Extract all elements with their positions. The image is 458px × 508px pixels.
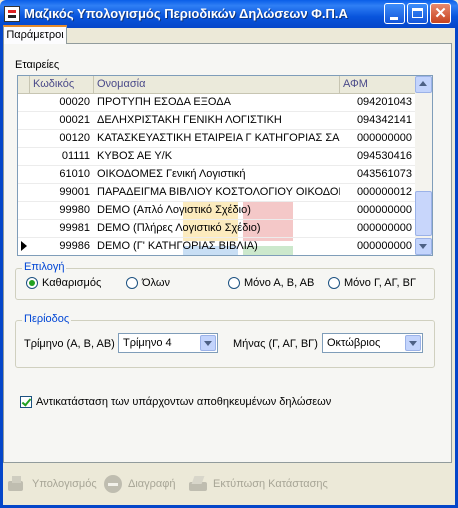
- tab-parameters[interactable]: Παράμετροι: [3, 25, 67, 44]
- quarter-select[interactable]: Τρίμηνο 4: [118, 333, 218, 353]
- column-header-afm[interactable]: ΑΦΜ: [340, 76, 416, 93]
- cell-afm: 043561073: [356, 168, 412, 180]
- cell-name: ΚΥΒΟΣ ΑΕ Υ/Κ: [97, 150, 173, 162]
- period-legend: Περίοδος: [22, 313, 72, 325]
- column-header-code[interactable]: Κωδικός: [30, 76, 94, 93]
- column-header-name[interactable]: Ονομασία: [94, 76, 340, 93]
- table-row[interactable]: 99981 DEMO (Πλήρες Λογιστικό Σχέδιο) 00000…: [18, 219, 416, 238]
- table-row[interactable]: 99980 DEMO (Απλό Λογιστικό Σχέδιο) 0000000…: [18, 201, 416, 220]
- table-row[interactable]: 01111 ΚΥΒΟΣ ΑΕ Υ/Κ 094530416: [18, 147, 416, 166]
- companies-label: Εταιρείες: [15, 59, 60, 71]
- cell-afm: 000000012: [356, 186, 412, 198]
- cell-name: ΔΕΛΗΧΡΙΣΤΑΚΗ ΓΕΝΙΚΗ ΛΟΓΙΣΤΙΚΗ: [97, 114, 282, 126]
- indicator-header: [18, 76, 30, 93]
- scroll-up-button[interactable]: [415, 76, 432, 93]
- row-indicator: [18, 183, 30, 201]
- cell-name: DEMO (Πλήρες Λογιστικό Σχέδιο): [97, 222, 261, 234]
- cell-code: 99981: [59, 222, 90, 234]
- radio-all[interactable]: Όλων: [126, 276, 170, 290]
- table-row[interactable]: 00120 ΚΑΤΑΣΚΕΥΑΣΤΙΚΗ ΕΤΑΙΡΕΙΑ Γ ΚΑΤΗΓΟΡΙΑ…: [18, 129, 416, 148]
- current-row-arrow-icon: [21, 241, 27, 251]
- radio-only-g-ag-bg-label: Μόνο Γ, ΑΓ, ΒΓ: [344, 277, 417, 289]
- grid-header: Κωδικός Ονομασία ΑΦΜ: [18, 76, 416, 94]
- grid-vertical-scrollbar[interactable]: [415, 76, 432, 255]
- scroll-down-button[interactable]: [415, 238, 432, 255]
- cell-code: 00020: [59, 96, 90, 108]
- row-indicator: [18, 129, 30, 147]
- radio-all-label: Όλων: [142, 277, 170, 289]
- month-select-value: Οκτώβριος: [327, 337, 381, 349]
- replace-checkbox-label: Αντικατάσταση των υπάρχοντων αποθηκευμέν…: [36, 396, 332, 408]
- row-indicator: [18, 219, 30, 237]
- selection-legend: Επιλογή: [22, 261, 67, 273]
- row-indicator: [18, 165, 30, 183]
- calculate-button[interactable]: Υπολογισμός: [7, 472, 97, 496]
- cell-code: 99980: [59, 204, 90, 216]
- radio-cleanup[interactable]: Καθαρισμός: [26, 276, 101, 290]
- cell-name: DEMO (Απλό Λογιστικό Σχέδιο): [97, 204, 251, 216]
- table-row[interactable]: 00020 ΠΡΟΤΥΠΗ ΕΣΟΔΑ ΕΞΟΔΑ 094201043: [18, 93, 416, 112]
- radio-only-a-b-ab-circle[interactable]: [228, 277, 240, 289]
- row-indicator: [18, 201, 30, 219]
- radio-cleanup-label: Καθαρισμός: [42, 277, 102, 289]
- cell-name: ΠΑΡΑΔΕΙΓΜΑ ΒΙΒΛΙΟΥ ΚΟΣΤΟΛΟΓΙΟΥ ΟΙΚΟΔΟΜΩ: [97, 186, 340, 198]
- print-status-button[interactable]: Εκτύπωση Κατάστασης: [188, 472, 328, 496]
- cell-code: 01111: [61, 150, 90, 162]
- print-status-label: Εκτύπωση Κατάστασης: [213, 478, 328, 490]
- table-row[interactable]: 00021 ΔΕΛΗΧΡΙΣΤΑΚΗ ΓΕΝΙΚΗ ΛΟΓΙΣΤΙΚΗ 094342…: [18, 111, 416, 130]
- month-dropdown-icon[interactable]: [405, 335, 421, 351]
- cell-code: 99001: [59, 186, 90, 198]
- cell-afm: 000000000: [356, 240, 412, 252]
- row-indicator: [18, 237, 30, 255]
- close-button[interactable]: ✕: [430, 3, 451, 24]
- cell-afm: 000000000: [356, 204, 412, 216]
- cell-afm: 000000000: [356, 222, 412, 234]
- cell-code: 99986: [59, 240, 90, 252]
- table-row[interactable]: 99986 DEMO (Γ' ΚΑΤΗΓΟΡΙΑΣ ΒΙΒΛΙΑ) 00000000…: [18, 237, 416, 255]
- radio-only-g-ag-bg[interactable]: Μόνο Γ, ΑΓ, ΒΓ: [328, 276, 416, 290]
- radio-only-a-b-ab-label: Μόνο Α, Β, ΑΒ: [244, 277, 315, 289]
- cell-afm: 094201043: [356, 96, 412, 108]
- quarter-select-value: Τρίμηνο 4: [123, 337, 172, 349]
- minimize-button[interactable]: [384, 3, 405, 24]
- radio-cleanup-circle[interactable]: [26, 277, 38, 289]
- companies-grid[interactable]: Κωδικός Ονομασία ΑΦΜ 00020 ΠΡΟΤΥΠΗ ΕΣΟΔΑ …: [17, 75, 433, 256]
- row-indicator: [18, 111, 30, 129]
- cell-code: 00021: [59, 114, 90, 126]
- month-label: Μήνας (Γ, ΑΓ, ΒΓ): [233, 338, 318, 350]
- cell-name: ΠΡΟΤΥΠΗ ΕΣΟΔΑ ΕΞΟΔΑ: [97, 96, 231, 108]
- title-bar: Μαζικός Υπολογισμός Περιοδικών Δηλώσεων …: [0, 0, 458, 28]
- scroll-thumb[interactable]: [415, 191, 432, 236]
- window-title: Μαζικός Υπολογισμός Περιοδικών Δηλώσεων …: [24, 6, 348, 21]
- radio-only-g-ag-bg-circle[interactable]: [328, 277, 340, 289]
- cell-afm: 094530416: [356, 150, 412, 162]
- delete-button[interactable]: Διαγραφή: [103, 472, 176, 496]
- month-select[interactable]: Οκτώβριος: [322, 333, 423, 353]
- calculate-label: Υπολογισμός: [32, 478, 97, 490]
- cell-name: ΚΑΤΑΣΚΕΥΑΣΤΙΚΗ ΕΤΑΙΡΕΙΑ Γ ΚΑΤΗΓΟΡΙΑΣ ΣΑΚ: [97, 132, 340, 144]
- maximize-button[interactable]: [407, 3, 428, 24]
- replace-checkbox[interactable]: [20, 396, 32, 408]
- cell-code: 61010: [59, 168, 90, 180]
- print-icon: [188, 475, 208, 493]
- cell-name: DEMO (Γ' ΚΑΤΗΓΟΡΙΑΣ ΒΙΒΛΙΑ): [97, 240, 258, 252]
- quarter-label: Τρίμηνο (Α, Β, ΑΒ): [24, 338, 115, 350]
- calculate-icon: [7, 475, 27, 493]
- row-indicator: [18, 147, 30, 165]
- cell-afm: 094342141: [356, 114, 412, 126]
- footer-toolbar: Υπολογισμός Διαγραφή Εκτύπωση Κατάστασης: [3, 468, 452, 502]
- table-row[interactable]: 61010 ΟΙΚΟΔΟΜΕΣ Γενική Λογιστική 043561073: [18, 165, 416, 184]
- quarter-dropdown-icon[interactable]: [200, 335, 216, 351]
- cell-name: ΟΙΚΟΔΟΜΕΣ Γενική Λογιστική: [97, 168, 246, 180]
- radio-all-circle[interactable]: [126, 277, 138, 289]
- delete-icon: [103, 475, 123, 493]
- radio-only-a-b-ab[interactable]: Μόνο Α, Β, ΑΒ: [228, 276, 314, 290]
- cell-afm: 000000000: [356, 132, 412, 144]
- table-row[interactable]: 99001 ΠΑΡΑΔΕΙΓΜΑ ΒΙΒΛΙΟΥ ΚΟΣΤΟΛΟΓΙΟΥ ΟΙΚΟ…: [18, 183, 416, 202]
- row-indicator: [18, 93, 30, 111]
- close-icon: ✕: [434, 5, 447, 22]
- cell-code: 00120: [59, 132, 90, 144]
- delete-label: Διαγραφή: [128, 478, 176, 490]
- app-icon: [4, 6, 20, 22]
